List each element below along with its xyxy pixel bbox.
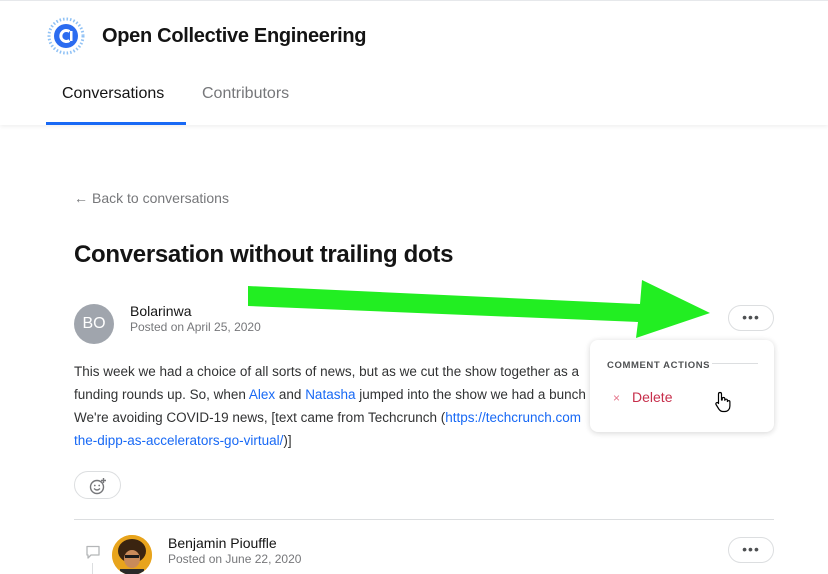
techcrunch-link-continued[interactable]: the-dipp-as-accelerators-go-virtual/ (74, 433, 283, 448)
collective-name[interactable]: Open Collective Engineering (102, 25, 366, 48)
hand-pointer-cursor-icon (714, 391, 732, 418)
active-tab-indicator (46, 122, 186, 125)
comment-actions-popover: COMMENT ACTIONS × Delete (590, 340, 774, 432)
mention-link-alex[interactable]: Alex (249, 387, 275, 402)
collective-header: Open Collective Engineering Conversation… (0, 0, 828, 125)
add-reaction-button[interactable] (74, 471, 121, 499)
body-line: This week we had a choice of all sorts o… (74, 364, 580, 379)
arrow-left-icon: ← (74, 190, 88, 206)
comment-bubble-icon (85, 544, 101, 565)
open-collective-logo-icon[interactable] (46, 16, 86, 56)
body-text-segment: We're avoiding COVID-19 news, [text came… (74, 410, 446, 425)
tab-contributors[interactable]: Contributors (202, 85, 289, 103)
avatar[interactable] (112, 535, 152, 574)
add-emoji-icon (89, 478, 106, 495)
conversation-body: This week we had a choice of all sorts o… (74, 360, 614, 452)
more-actions-button[interactable]: ••• (728, 305, 774, 331)
close-icon: × (613, 391, 621, 405)
tab-conversations[interactable]: Conversations (62, 85, 164, 103)
author-name[interactable]: Bolarinwa (130, 303, 191, 319)
thread-line (92, 563, 93, 574)
popover-title: COMMENT ACTIONS (607, 360, 711, 371)
body-line: funding rounds up. So, when Alex and Nat… (74, 383, 614, 406)
mention-link-natasha[interactable]: Natasha (305, 387, 355, 402)
body-line: the-dipp-as-accelerators-go-virtual/)] (74, 429, 614, 452)
posted-date: Posted on April 25, 2020 (130, 320, 261, 334)
body-text-segment: )] (283, 433, 292, 448)
comment-divider (74, 519, 774, 520)
conversation-title: Conversation without trailing dots (74, 241, 454, 268)
avatar[interactable]: BO (74, 304, 114, 344)
body-text-segment: funding rounds up. So, when (74, 387, 249, 402)
popover-divider (712, 363, 758, 364)
back-to-conversations-link[interactable]: ← Back to conversations (74, 190, 229, 206)
reply-more-actions-button[interactable]: ••• (728, 537, 774, 563)
delete-label: Delete (632, 389, 673, 405)
back-link-label: Back to conversations (92, 190, 229, 206)
annotation-arrow-icon (248, 280, 710, 338)
techcrunch-link[interactable]: https://techcrunch.com (445, 410, 581, 425)
delete-comment-button[interactable]: × Delete (613, 389, 672, 405)
body-text-segment: jumped into the show we had a bunch (355, 387, 586, 402)
reply-posted-date: Posted on June 22, 2020 (168, 552, 302, 566)
reply-author-name[interactable]: Benjamin Piouffle (168, 535, 277, 551)
body-text-segment: and (275, 387, 306, 402)
body-line: We're avoiding COVID-19 news, [text came… (74, 406, 614, 429)
